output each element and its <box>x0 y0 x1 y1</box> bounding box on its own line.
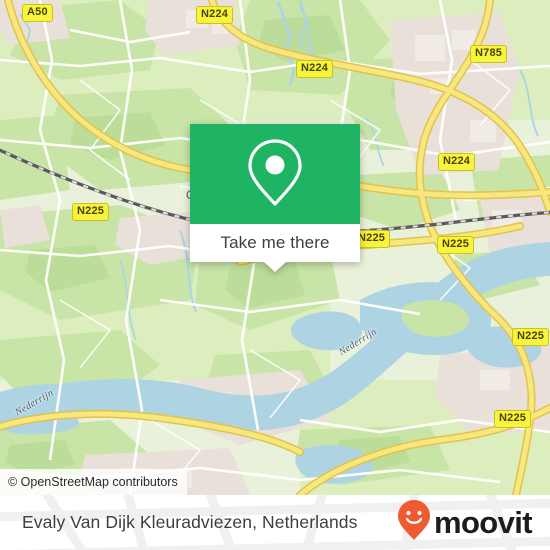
road-shield: N224 <box>196 6 234 24</box>
take-me-there-label: Take me there <box>220 233 330 252</box>
map-pin-icon <box>244 136 306 213</box>
page-title: Evaly Van Dijk Kleuradviezen, Netherland… <box>22 512 358 532</box>
road-shield: A50 <box>22 4 53 22</box>
osm-attribution[interactable]: © OpenStreetMap contributors <box>0 469 187 495</box>
take-me-there-button[interactable]: Take me there <box>190 224 360 272</box>
moovit-wordmark: moovit <box>433 505 533 540</box>
moovit-brand[interactable]: moovit <box>396 495 533 550</box>
map-canvas[interactable]: A50 N224 N785 N224 N224 N225 N225 N225 N… <box>0 0 550 495</box>
footer-bar: Evaly Van Dijk Kleuradviezen, Netherland… <box>0 495 550 550</box>
road-shield: N224 <box>438 153 476 171</box>
callout-icon-area <box>190 124 360 224</box>
road-shield: N225 <box>437 236 475 254</box>
road-shield: N224 <box>296 60 334 78</box>
road-shield: N225 <box>512 328 550 346</box>
road-shield: N225 <box>72 203 110 221</box>
destination-callout-card[interactable]: Take me there <box>190 124 360 272</box>
road-shield: N225 <box>494 410 532 428</box>
road-shield: N785 <box>470 45 508 63</box>
moovit-map-page: A50 N224 N785 N224 N224 N225 N225 N225 N… <box>0 0 550 550</box>
callout-tail <box>264 262 286 272</box>
moovit-pin-smiley-icon <box>396 499 432 546</box>
